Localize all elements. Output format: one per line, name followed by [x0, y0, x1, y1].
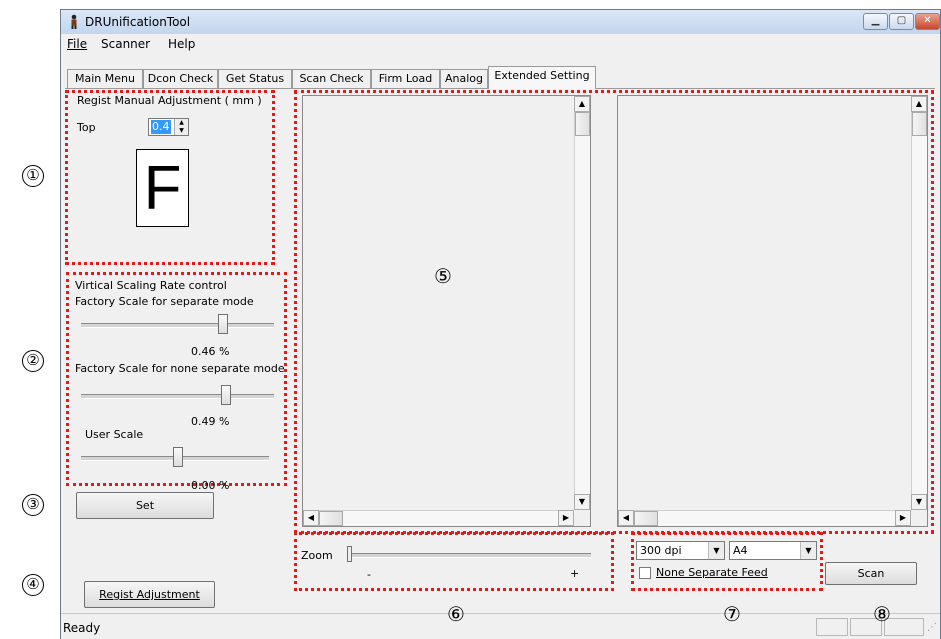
zoom-plus: + [570, 567, 580, 580]
front-hscroll[interactable]: ◀ ▶ [303, 510, 574, 526]
maximize-button[interactable]: ▢ [889, 13, 914, 30]
front-scroll-left[interactable]: ◀ [303, 510, 319, 526]
app-icon [71, 14, 77, 29]
annotation-4: ④ [22, 574, 44, 596]
tab-main-menu[interactable]: Main Menu [67, 69, 143, 88]
user-scale-label: User Scale [85, 428, 144, 441]
front-scroll-down[interactable]: ▼ [574, 494, 590, 510]
none-separate-feed-text: None Separate Feed [656, 566, 768, 579]
front-hscroll-thumb[interactable] [319, 511, 343, 526]
none-separate-label: Factory Scale for none separate mode [75, 362, 285, 375]
tab-analog[interactable]: Analog [440, 69, 488, 88]
tab-firm-load[interactable]: Firm Load [371, 69, 440, 88]
tab-scan-check[interactable]: Scan Check [292, 69, 371, 88]
preview-box: F [136, 149, 189, 227]
front-vscroll-thumb[interactable] [575, 112, 590, 136]
menu-scanner-label: Scanner [101, 37, 151, 51]
top-value[interactable]: 0.4 [151, 120, 171, 134]
menu-file[interactable]: File [67, 37, 87, 51]
zoom-label: Zoom [301, 549, 333, 562]
menu-file-label: File [67, 37, 88, 51]
front-image-view[interactable]: ▲ ▼ ◀ ▶ [302, 95, 591, 527]
back-scroll-up[interactable]: ▲ [911, 96, 927, 112]
none-separate-feed-checkbox[interactable] [639, 567, 651, 579]
separate-slider-thumb[interactable] [218, 314, 228, 334]
regist-adjustment-button[interactable]: Regist Adjustment [84, 581, 215, 608]
app-window: DRUnificationTool ▁ ▢ ✕ File Scanner Hel… [60, 9, 941, 639]
back-vscroll[interactable]: ▲ ▼ [911, 96, 927, 510]
spinner-arrows[interactable]: ▲ ▼ [174, 119, 188, 135]
user-scale-value: 0.00 % [191, 479, 230, 492]
extended-setting-panel: Regist Manual Adjustment ( mm ) Top 0.4 … [65, 88, 935, 609]
front-scroll-right[interactable]: ▶ [558, 510, 574, 526]
back-image-view[interactable]: ▲ ▼ ◀ ▶ [617, 95, 928, 527]
status-bar: Ready ⋰ [61, 613, 940, 639]
annotation-2: ② [22, 350, 44, 372]
minimize-button[interactable]: ▁ [863, 13, 888, 30]
close-button[interactable]: ✕ [915, 13, 940, 30]
back-hscroll[interactable]: ◀ ▶ [618, 510, 911, 526]
scan-label: Scan [857, 567, 885, 580]
menu-help-label: Help [168, 37, 196, 51]
back-scroll-left[interactable]: ◀ [618, 510, 634, 526]
title-bar: DRUnificationTool ▁ ▢ ✕ [61, 10, 940, 34]
status-panel-1 [816, 618, 848, 636]
annotation-5: ⑤ [434, 264, 452, 288]
window-title: DRUnificationTool [85, 15, 191, 29]
annotation-3: ③ [22, 494, 44, 516]
separate-value: 0.46 % [191, 345, 230, 358]
tab-get-status[interactable]: Get Status [218, 69, 292, 88]
tab-dcon-check[interactable]: Dcon Check [143, 69, 218, 88]
menu-help[interactable]: Help [168, 37, 195, 51]
paper-value: A4 [733, 544, 748, 557]
separate-slider-track[interactable] [81, 323, 274, 328]
separate-label: Factory Scale for separate mode [75, 295, 254, 308]
paper-select[interactable]: A4 ▼ [729, 541, 817, 560]
menu-bar: File Scanner Help [61, 34, 940, 54]
preview-letter: F [143, 154, 182, 223]
regist-manual-title: Regist Manual Adjustment ( mm ) [77, 94, 262, 107]
front-vscroll[interactable]: ▲ ▼ [574, 96, 590, 510]
top-label: Top [77, 121, 96, 134]
dpi-value: 300 dpi [640, 544, 682, 557]
zoom-slider-thumb[interactable] [347, 546, 352, 562]
zoom-slider-track[interactable] [349, 553, 591, 558]
dpi-select[interactable]: 300 dpi ▼ [636, 541, 725, 560]
annotation-8: ⑧ [873, 602, 891, 626]
tab-extended-setting[interactable]: Extended Setting [488, 66, 596, 89]
zoom-minus: - [367, 568, 371, 581]
back-vscroll-thumb[interactable] [912, 112, 927, 136]
regist-adjustment-label: Regist Adjustment [99, 588, 200, 601]
annotation-1: ① [22, 165, 44, 187]
set-button[interactable]: Set [76, 492, 214, 519]
none-separate-feed-label[interactable]: None Separate Feed [656, 566, 768, 579]
none-separate-value: 0.49 % [191, 415, 230, 428]
paper-dropdown-arrow-icon[interactable]: ▼ [800, 542, 816, 559]
front-scroll-up[interactable]: ▲ [574, 96, 590, 112]
none-separate-slider-thumb[interactable] [221, 385, 231, 405]
scan-button[interactable]: Scan [825, 562, 917, 585]
annotation-6: ⑥ [447, 602, 465, 626]
status-text: Ready [63, 621, 101, 635]
zoom-group [294, 532, 614, 591]
none-separate-slider-track[interactable] [81, 394, 274, 399]
back-scroll-right[interactable]: ▶ [895, 510, 911, 526]
top-spinner[interactable]: 0.4 ▲ ▼ [148, 118, 189, 136]
resize-grip-icon[interactable]: ⋰ [927, 622, 937, 633]
menu-scanner[interactable]: Scanner [101, 37, 150, 51]
user-scale-slider-thumb[interactable] [173, 447, 183, 467]
annotation-7: ⑦ [723, 602, 741, 626]
back-scroll-down[interactable]: ▼ [911, 494, 927, 510]
dpi-dropdown-arrow-icon[interactable]: ▼ [708, 542, 724, 559]
back-hscroll-thumb[interactable] [634, 511, 658, 526]
scaling-title: Virtical Scaling Rate control [75, 279, 227, 292]
